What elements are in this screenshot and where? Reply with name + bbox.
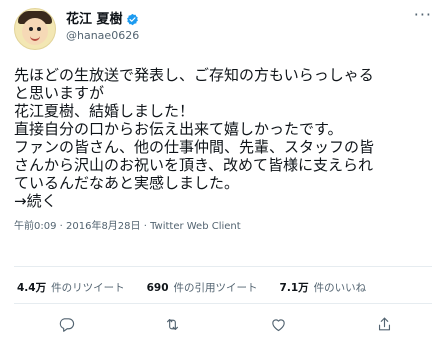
- tweet-text: 先ほどの生放送で発表し、ご存知の方もいらっしゃる と思いますが 花江夏樹、結婚し…: [14, 66, 432, 210]
- retweets-label: 件のリツイート: [51, 282, 125, 294]
- like-icon[interactable]: [268, 314, 288, 334]
- retweets-stat[interactable]: 4.4万 件のリツイート: [17, 281, 125, 295]
- tweet-stats: 4.4万 件のリツイート 690 件の引用ツイート 7.1万 件のいいね: [17, 281, 432, 295]
- tweet-text-line: ファンの皆さん、他の仕事仲間、先輩、スタッフの皆: [14, 138, 375, 156]
- tweet-text-line: 先ほどの生放送で発表し、ご存知の方もいらっしゃる: [14, 66, 374, 84]
- reply-icon[interactable]: [56, 314, 76, 334]
- tweet-text-line: 花江夏樹、結婚しました！: [14, 102, 195, 120]
- user-names: 花江 夏樹 @hanae0626: [66, 8, 139, 43]
- retweet-icon[interactable]: [162, 314, 182, 334]
- tweet-header: 花江 夏樹 @hanae0626: [14, 8, 432, 58]
- quotes-stat[interactable]: 690 件の引用ツイート: [147, 281, 258, 295]
- more-options-icon[interactable]: ···: [414, 7, 432, 23]
- quotes-label: 件の引用ツイート: [173, 282, 258, 294]
- retweets-count: 4.4万: [17, 282, 47, 294]
- divider: [14, 303, 432, 304]
- tweet-timestamp[interactable]: 午前0:09 · 2016年8月28日 · Twitter Web Client: [14, 220, 432, 234]
- likes-label: 件のいいね: [313, 282, 367, 294]
- divider: [14, 266, 432, 267]
- likes-count: 7.1万: [279, 282, 309, 294]
- share-icon[interactable]: [374, 314, 394, 334]
- display-name[interactable]: 花江 夏樹: [66, 11, 123, 28]
- verified-badge-icon: [126, 13, 138, 26]
- avatar[interactable]: [14, 8, 56, 50]
- user-handle[interactable]: @hanae0626: [66, 28, 139, 43]
- tweet-actions: [0, 314, 446, 338]
- tweet-text-line: →続く: [14, 192, 57, 210]
- tweet-text-line: ているんだなあと実感しました。: [14, 174, 240, 192]
- tweet-text-line: 直接自分の口からお伝え出来て嬉しかったです。: [14, 120, 343, 138]
- tweet-text-line: と思いますが: [14, 84, 105, 102]
- quotes-count: 690: [146, 282, 169, 294]
- likes-stat[interactable]: 7.1万 件のいいね: [280, 281, 367, 295]
- tweet-text-line: さんから沢山のお祝いを頂き、改めて皆様に支えられ: [14, 156, 373, 174]
